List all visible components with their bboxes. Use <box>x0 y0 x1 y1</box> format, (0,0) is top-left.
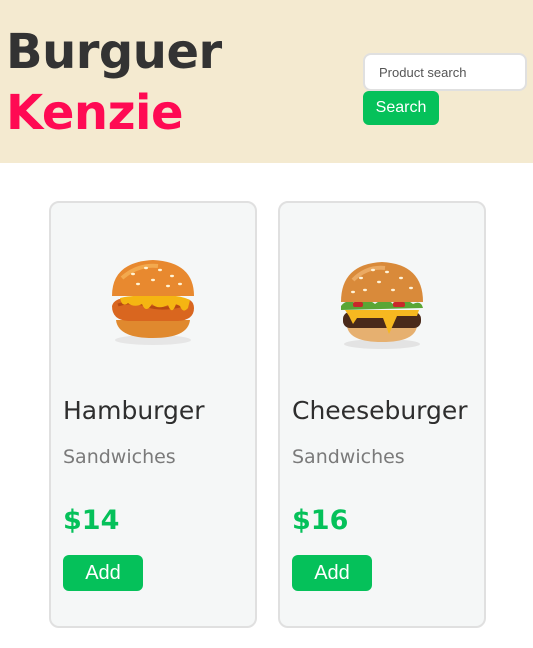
product-search-input[interactable] <box>363 53 527 91</box>
cheeseburger-image <box>341 262 423 349</box>
logo-text-burguer: Burguer <box>6 24 222 80</box>
hamburger-image <box>112 260 194 345</box>
add-to-cart-button[interactable]: Add <box>292 555 372 591</box>
product-card-hamburger: Hamburger Sandwiches $14 Add <box>49 201 257 628</box>
search-button[interactable]: Search <box>363 91 439 125</box>
product-card-cheeseburger: Cheeseburger Sandwiches $16 Add <box>278 201 486 628</box>
product-category: Sandwiches <box>63 446 176 468</box>
product-name: Cheeseburger <box>292 396 468 425</box>
product-price: $14 <box>63 505 120 536</box>
product-name: Hamburger <box>63 396 205 425</box>
add-to-cart-button[interactable]: Add <box>63 555 143 591</box>
logo-text-kenzie: Kenzie <box>6 85 184 141</box>
site-header: Burguer Kenzie Search <box>0 0 533 163</box>
product-category: Sandwiches <box>292 446 405 468</box>
product-price: $16 <box>292 505 349 536</box>
